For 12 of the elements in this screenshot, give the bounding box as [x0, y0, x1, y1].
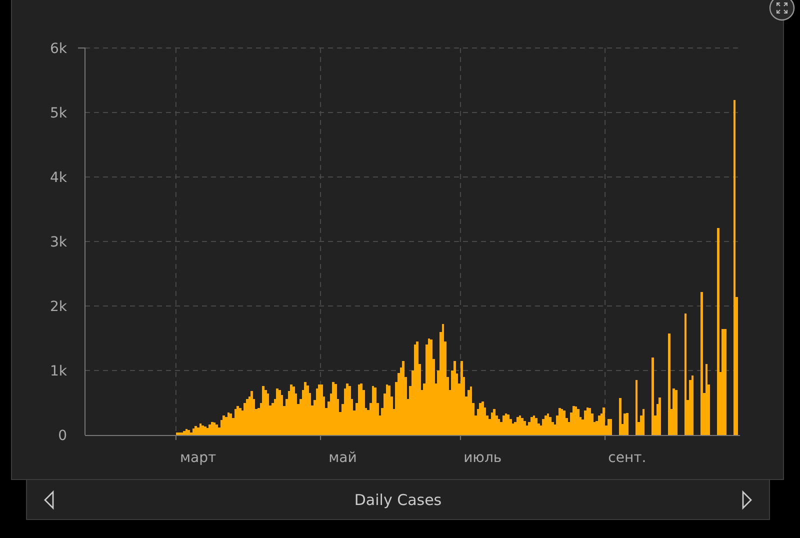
axis-label: 5k — [50, 106, 67, 122]
axis-label: март — [180, 450, 216, 466]
axis-label: 3k — [50, 234, 67, 250]
axis-label: 4k — [50, 170, 67, 186]
axis-label: 2k — [50, 299, 67, 315]
axis-label: 1k — [50, 364, 67, 380]
axis-label: июль — [464, 450, 502, 466]
chart-title: Daily Cases — [354, 490, 442, 508]
axis-label: 6k — [50, 41, 67, 57]
axis-label: 0 — [58, 428, 67, 444]
axis-label: май — [328, 450, 357, 466]
axis-label: сент. — [608, 450, 646, 466]
